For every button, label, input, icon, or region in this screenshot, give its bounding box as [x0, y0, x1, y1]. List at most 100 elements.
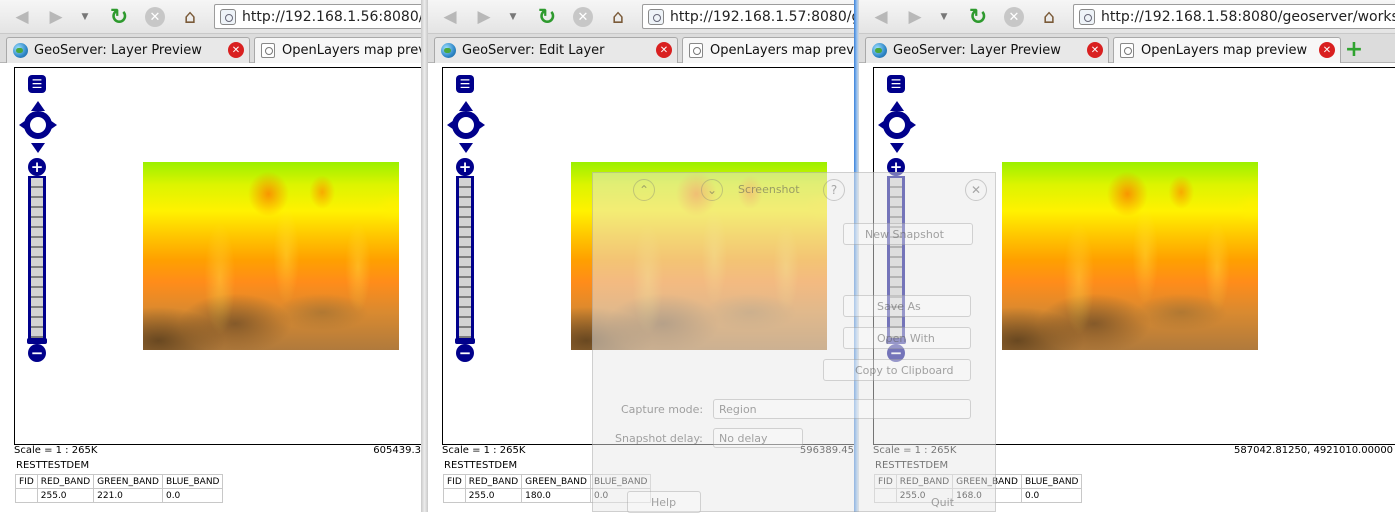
pan-up-icon[interactable]: [459, 101, 473, 111]
zoom-out-icon[interactable]: −: [887, 344, 905, 362]
dem-raster-layer[interactable]: [571, 162, 827, 350]
reload-icon[interactable]: ↻: [966, 5, 990, 30]
stop-icon[interactable]: ✕: [143, 5, 167, 29]
close-tab-icon[interactable]: ✕: [1319, 42, 1335, 58]
tab-map-preview[interactable]: OpenLayers map preview: [254, 37, 421, 63]
map-viewport[interactable]: ☰ + −: [442, 67, 854, 445]
zoom-bar[interactable]: [887, 176, 905, 340]
cell-fid: [15, 488, 38, 503]
header-green-band: GREEN_BAND: [521, 474, 591, 489]
pan-control[interactable]: [878, 101, 916, 153]
pan-left-icon[interactable]: [447, 118, 457, 132]
history-dropdown-icon[interactable]: ▼: [78, 5, 92, 29]
forward-arrow-icon[interactable]: ▶: [472, 5, 496, 29]
pan-right-icon[interactable]: [47, 118, 57, 132]
tab-label: GeoServer: Edit Layer: [462, 43, 605, 58]
stop-icon[interactable]: ✕: [571, 5, 595, 29]
url-text[interactable]: http://192.168.1.58:8080/geoserver/works…: [1101, 9, 1395, 25]
pan-up-icon[interactable]: [890, 101, 904, 111]
feature-info-table: FID RED_BAND GREEN_BAND BLUE_BAND 255.0 …: [15, 474, 224, 503]
header-green-band: GREEN_BAND: [93, 474, 163, 489]
cell-red-band: 255.0: [464, 488, 523, 503]
navigation-toolbar: ◀ ▶ ▼ ↻ ✕ ⌂ http://192.168.1.58:8080/geo…: [859, 0, 1395, 34]
pan-down-icon[interactable]: [459, 143, 473, 153]
history-dropdown-icon[interactable]: ▼: [937, 5, 951, 29]
layer-switcher-icon[interactable]: ☰: [456, 75, 474, 93]
zoom-in-icon[interactable]: +: [887, 158, 905, 176]
table-row: 255.0 180.0 0.0: [443, 488, 652, 503]
cell-red-band: 255.0: [36, 488, 95, 503]
layer-switcher-icon[interactable]: ☰: [887, 75, 905, 93]
url-bar[interactable]: http://192.168.1.58:8080/geoserver/works…: [1073, 4, 1395, 29]
mouse-position: 596389.45: [799, 445, 854, 456]
map-viewport[interactable]: ☰ + −: [14, 67, 421, 445]
history-dropdown-icon[interactable]: ▼: [506, 5, 520, 29]
scale-readout: Scale = 1 : 265K: [873, 445, 957, 456]
back-arrow-icon[interactable]: ◀: [869, 5, 893, 29]
feature-info-table: FID RED_BAND GREEN_BAND BLUE_BAND 255.0 …: [443, 474, 652, 503]
tab-bar: GeoServer: Layer Preview ✕ OpenLayers ma…: [0, 34, 421, 63]
pan-right-icon[interactable]: [906, 118, 916, 132]
tab-map-preview[interactable]: OpenLayers map preview: [682, 37, 854, 63]
site-identity-icon[interactable]: [648, 8, 664, 25]
zoom-in-icon[interactable]: +: [456, 158, 474, 176]
url-text[interactable]: http://192.168.1.57:8080/geoserver/web: [670, 9, 854, 25]
browser-window-3: ◀ ▶ ▼ ↻ ✕ ⌂ http://192.168.1.58:8080/geo…: [859, 0, 1395, 512]
table-header-row: FID RED_BAND GREEN_BAND BLUE_BAND: [443, 474, 652, 489]
back-arrow-icon[interactable]: ◀: [438, 5, 462, 29]
layer-switcher-icon[interactable]: ☰: [28, 75, 46, 93]
header-red-band: RED_BAND: [895, 474, 954, 489]
tab-label: GeoServer: Layer Preview: [34, 43, 202, 58]
back-arrow-icon[interactable]: ◀: [10, 5, 34, 29]
pan-up-icon[interactable]: [31, 101, 45, 111]
pan-right-icon[interactable]: [475, 118, 485, 132]
site-identity-icon[interactable]: [1079, 8, 1095, 25]
close-tab-icon[interactable]: ✕: [656, 42, 672, 58]
dem-raster-layer[interactable]: [1002, 162, 1258, 350]
tab-label: OpenLayers map preview: [1141, 43, 1308, 58]
pan-left-icon[interactable]: [19, 118, 29, 132]
cell-fid: [443, 488, 466, 503]
zoom-bar[interactable]: [456, 176, 474, 340]
home-icon[interactable]: ⌂: [606, 5, 630, 29]
zoom-in-icon[interactable]: +: [28, 158, 46, 176]
new-tab-plus-icon[interactable]: +: [1343, 37, 1365, 62]
window-separator: [421, 0, 428, 512]
zoom-out-icon[interactable]: −: [456, 344, 474, 362]
pan-control[interactable]: [19, 101, 57, 153]
layer-name: RESTTESTDEM: [16, 460, 90, 471]
reload-icon[interactable]: ↻: [535, 5, 559, 30]
close-tab-icon[interactable]: ✕: [228, 42, 244, 58]
tab-edit-layer[interactable]: GeoServer: Edit Layer ✕: [434, 37, 678, 63]
pan-control[interactable]: [447, 101, 485, 153]
pan-left-icon[interactable]: [878, 118, 888, 132]
pan-down-icon[interactable]: [890, 143, 904, 153]
tab-layer-preview[interactable]: GeoServer: Layer Preview ✕: [6, 37, 250, 63]
page-icon: [688, 43, 704, 59]
cell-green-band: 221.0: [93, 488, 163, 503]
forward-arrow-icon[interactable]: ▶: [44, 5, 68, 29]
pan-down-icon[interactable]: [31, 143, 45, 153]
tab-layer-preview[interactable]: GeoServer: Layer Preview ✕: [865, 37, 1109, 63]
site-identity-icon[interactable]: [220, 8, 236, 25]
header-red-band: RED_BAND: [464, 474, 523, 489]
header-fid: FID: [15, 474, 38, 489]
zoom-bar[interactable]: [28, 176, 46, 340]
dem-raster-layer[interactable]: [143, 162, 399, 350]
map-viewport[interactable]: ☰ + −: [873, 67, 1395, 445]
tab-label: OpenLayers map preview: [710, 43, 854, 58]
url-text[interactable]: http://192.168.1.56:8080/geoserver/web: [242, 9, 421, 25]
cell-green-band: 168.0: [952, 488, 1022, 503]
close-tab-icon[interactable]: ✕: [1087, 42, 1103, 58]
home-icon[interactable]: ⌂: [1037, 5, 1061, 29]
geoserver-globe-icon: [871, 43, 887, 59]
reload-icon[interactable]: ↻: [107, 5, 131, 30]
stop-icon[interactable]: ✕: [1002, 5, 1026, 29]
zoom-out-icon[interactable]: −: [28, 344, 46, 362]
home-icon[interactable]: ⌂: [178, 5, 202, 29]
tab-map-preview[interactable]: OpenLayers map preview ✕: [1113, 37, 1341, 63]
url-bar[interactable]: http://192.168.1.57:8080/geoserver/web: [642, 4, 854, 29]
layer-name: RESTTESTDEM: [875, 460, 949, 471]
forward-arrow-icon[interactable]: ▶: [903, 5, 927, 29]
url-bar[interactable]: http://192.168.1.56:8080/geoserver/web: [214, 4, 421, 29]
